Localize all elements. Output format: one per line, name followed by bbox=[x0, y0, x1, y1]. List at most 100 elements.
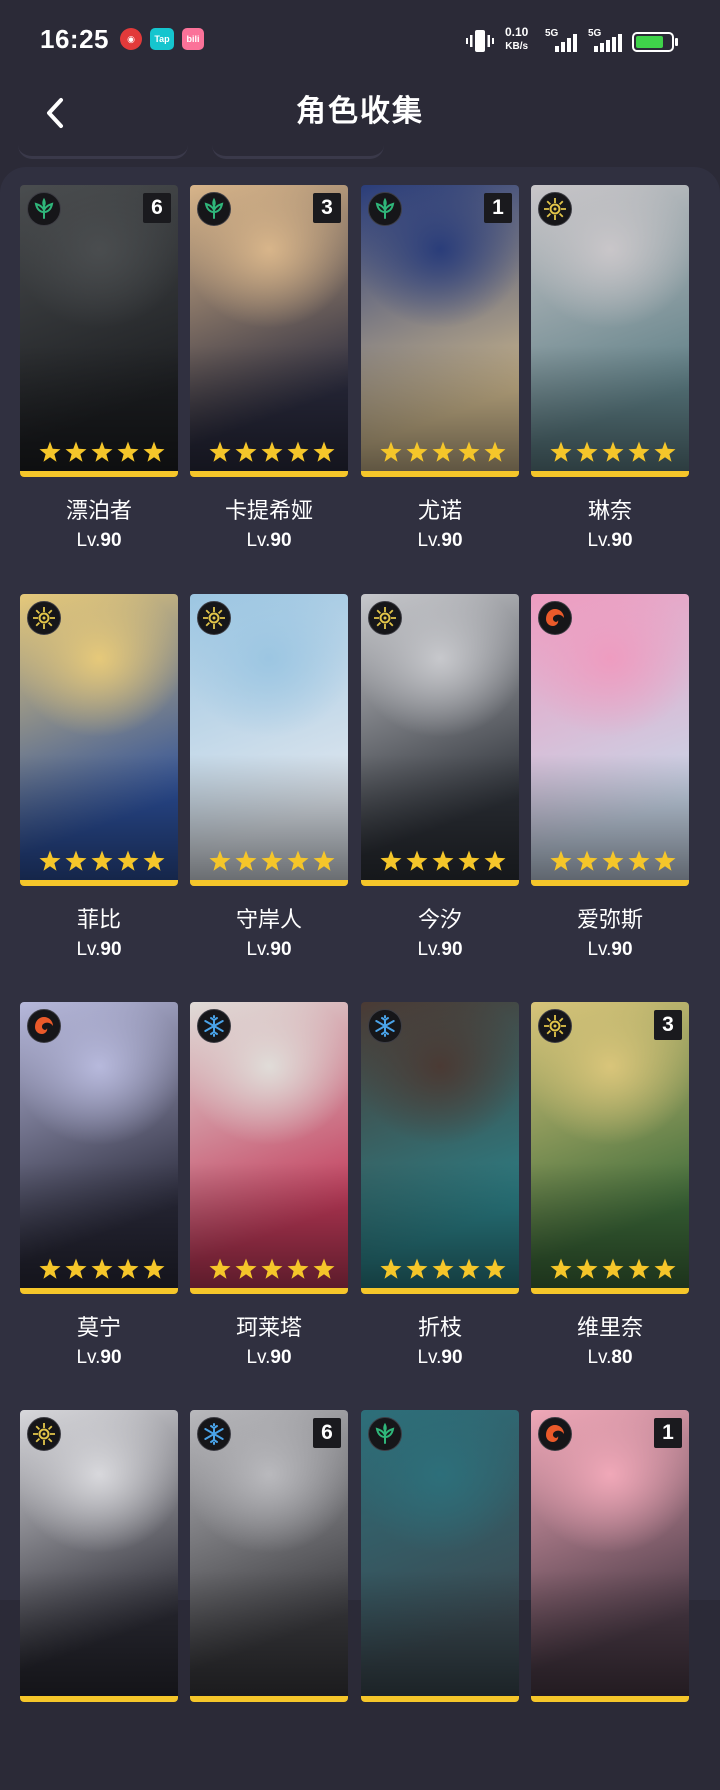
star-icon bbox=[260, 849, 284, 873]
rarity-bar bbox=[20, 1288, 178, 1294]
character-portrait bbox=[531, 185, 689, 477]
star-icon bbox=[627, 849, 651, 873]
character-portrait bbox=[20, 1410, 178, 1702]
star-icon bbox=[142, 849, 166, 873]
star-icon bbox=[549, 440, 573, 464]
character-card[interactable]: 莫宁 Lv.90 bbox=[20, 1002, 194, 1382]
star-icon bbox=[379, 1257, 403, 1281]
star-icon bbox=[286, 849, 310, 873]
star-icon bbox=[405, 440, 429, 464]
filter-tab-2[interactable] bbox=[212, 142, 384, 159]
vibrate-icon bbox=[466, 28, 494, 54]
sequence-badge: 6 bbox=[313, 1418, 341, 1448]
character-card[interactable]: 3 卡提希娅 Lv.90 bbox=[190, 185, 364, 565]
rarity-stars bbox=[549, 849, 677, 873]
character-card[interactable]: 守岸人 Lv.90 bbox=[190, 594, 364, 974]
star-icon bbox=[286, 1257, 310, 1281]
character-card[interactable]: 6 漂泊者 Lv.90 bbox=[20, 185, 194, 565]
star-icon bbox=[208, 1257, 232, 1281]
star-icon bbox=[116, 849, 140, 873]
character-name: 今汐 bbox=[417, 907, 462, 932]
character-name: 卡提希娅 bbox=[224, 498, 313, 523]
character-portrait: 6 bbox=[20, 185, 178, 477]
filter-tab-1[interactable] bbox=[18, 142, 188, 159]
character-level: Lv.90 bbox=[587, 939, 633, 960]
rarity-stars bbox=[379, 440, 507, 464]
spectro-element-icon bbox=[538, 192, 572, 226]
character-portrait bbox=[361, 1002, 519, 1294]
character-card[interactable]: 1 尤诺 Lv.90 bbox=[361, 185, 535, 565]
network-speed: 0.10 KB/s bbox=[505, 25, 529, 53]
star-icon bbox=[142, 1257, 166, 1281]
star-icon bbox=[234, 849, 258, 873]
character-level: Lv.90 bbox=[76, 530, 122, 551]
rarity-stars bbox=[549, 440, 677, 464]
star-icon bbox=[627, 1257, 651, 1281]
star-icon bbox=[64, 849, 88, 873]
rarity-bar bbox=[361, 1696, 519, 1702]
star-icon bbox=[601, 849, 625, 873]
character-level: Lv.90 bbox=[76, 1347, 122, 1368]
rarity-bar bbox=[531, 1288, 689, 1294]
aero-element-icon bbox=[368, 192, 402, 226]
star-icon bbox=[234, 1257, 258, 1281]
status-time: 16:25 bbox=[40, 24, 109, 54]
rarity-bar bbox=[20, 880, 178, 886]
star-icon bbox=[405, 1257, 429, 1281]
rarity-bar bbox=[190, 1696, 348, 1702]
character-level: Lv.90 bbox=[76, 939, 122, 960]
character-card[interactable]: 琳奈 Lv.90 bbox=[531, 185, 705, 565]
character-level: Lv.90 bbox=[417, 530, 463, 551]
character-card[interactable]: 1 bbox=[531, 1410, 705, 1790]
character-card[interactable] bbox=[361, 1410, 535, 1790]
rarity-stars bbox=[38, 440, 166, 464]
star-icon bbox=[208, 849, 232, 873]
aero-element-icon bbox=[368, 1417, 402, 1451]
sequence-badge: 1 bbox=[484, 193, 512, 223]
character-grid: 6 漂泊者 Lv.90 3 卡提希娅 Lv.90 1 尤诺 Lv.90 琳奈 Lv.90 菲比 Lv.9… bbox=[0, 167, 720, 1702]
character-portrait bbox=[20, 594, 178, 886]
star-icon bbox=[575, 849, 599, 873]
character-name: 维里奈 bbox=[576, 1315, 643, 1340]
rarity-bar bbox=[531, 471, 689, 477]
star-icon bbox=[627, 440, 651, 464]
aero-element-icon bbox=[27, 192, 61, 226]
character-card[interactable]: 6 bbox=[190, 1410, 364, 1790]
star-icon bbox=[379, 440, 403, 464]
character-portrait bbox=[20, 1002, 178, 1294]
character-card[interactable]: 折枝 Lv.90 bbox=[361, 1002, 535, 1382]
fusion-element-icon bbox=[27, 1009, 61, 1043]
character-card[interactable]: 今汐 Lv.90 bbox=[361, 594, 535, 974]
character-level: Lv.90 bbox=[246, 530, 292, 551]
fusion-element-icon bbox=[538, 1417, 572, 1451]
sequence-badge: 6 bbox=[143, 193, 171, 223]
rarity-stars bbox=[208, 849, 336, 873]
character-name: 漂泊者 bbox=[65, 498, 132, 523]
character-card[interactable]: 珂莱塔 Lv.90 bbox=[190, 1002, 364, 1382]
spectro-element-icon bbox=[368, 601, 402, 635]
star-icon bbox=[457, 1257, 481, 1281]
character-portrait bbox=[190, 594, 348, 886]
star-icon bbox=[208, 440, 232, 464]
character-portrait bbox=[361, 594, 519, 886]
character-level: Lv.90 bbox=[417, 939, 463, 960]
rarity-stars bbox=[38, 1257, 166, 1281]
star-icon bbox=[90, 440, 114, 464]
character-portrait bbox=[361, 1410, 519, 1702]
rarity-bar bbox=[531, 880, 689, 886]
rarity-bar bbox=[361, 880, 519, 886]
star-icon bbox=[483, 1257, 507, 1281]
character-card[interactable]: 3 维里奈 Lv.80 bbox=[531, 1002, 705, 1382]
star-icon bbox=[549, 849, 573, 873]
character-portrait bbox=[190, 1002, 348, 1294]
aero-element-icon bbox=[197, 192, 231, 226]
character-card[interactable]: 爱弥斯 Lv.90 bbox=[531, 594, 705, 974]
character-card[interactable]: 菲比 Lv.90 bbox=[20, 594, 194, 974]
star-icon bbox=[549, 1257, 573, 1281]
star-icon bbox=[483, 440, 507, 464]
rarity-bar bbox=[20, 1696, 178, 1702]
star-icon bbox=[260, 440, 284, 464]
star-icon bbox=[601, 440, 625, 464]
character-card[interactable] bbox=[20, 1410, 194, 1790]
character-portrait: 1 bbox=[361, 185, 519, 477]
